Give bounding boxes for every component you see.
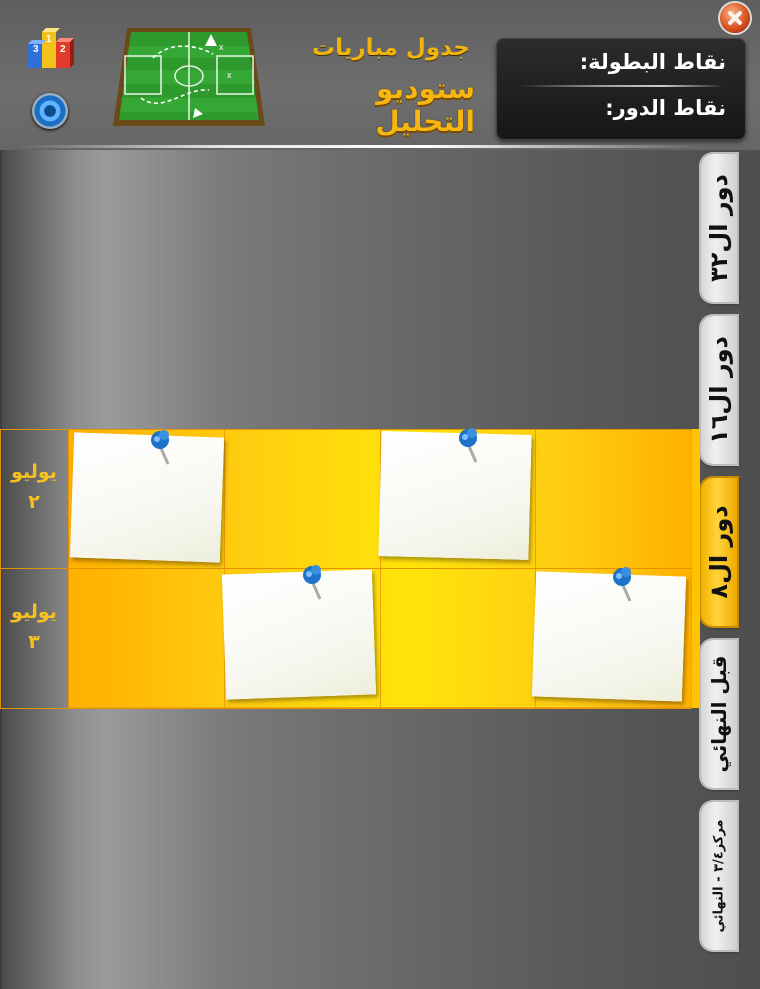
pushpin-icon	[151, 430, 170, 465]
pushpin-icon	[459, 428, 478, 463]
close-icon[interactable]	[720, 3, 750, 33]
speaker-icon[interactable]	[32, 93, 68, 129]
date-day: ٣	[28, 631, 40, 653]
round-points-label: نقاط الدور:	[605, 96, 726, 120]
svg-text:3: 3	[33, 44, 39, 55]
tab-label: قبل النهائي	[707, 655, 731, 773]
app-title: ستوديو التحليل	[375, 72, 475, 138]
podium-icon[interactable]: 3 1 2	[24, 20, 76, 72]
match-note[interactable]	[69, 432, 225, 563]
header-divider	[20, 145, 700, 148]
date-cell: يوليو ٢	[0, 429, 68, 568]
match-note[interactable]	[378, 431, 532, 560]
grid-divider	[0, 429, 692, 430]
tab-round-of-16[interactable]: دور ال١٦	[701, 316, 737, 464]
tab-label: دور ال٨	[705, 505, 733, 599]
date-day: ٢	[28, 491, 40, 513]
points-panel: نقاط البطولة: نقاط الدور:	[496, 38, 746, 140]
championship-points-label: نقاط البطولة:	[579, 50, 726, 74]
tab-quarter-finals[interactable]: دور ال٨	[701, 478, 737, 626]
svg-text:2: 2	[60, 44, 66, 55]
pushpin-icon	[303, 565, 322, 600]
tab-label: دور ال٣٢	[705, 174, 733, 282]
date-month: يوليو	[11, 461, 57, 483]
tab-label: دور ال١٦	[705, 336, 733, 444]
app-subtitle: جدول مباريات	[311, 35, 470, 61]
match-note[interactable]	[221, 569, 377, 700]
tab-semi-finals[interactable]: قبل النهائي	[701, 640, 737, 788]
pushpin-icon	[613, 567, 632, 602]
tab-label: مركز٣/٤ - النهائي	[711, 819, 727, 933]
svg-text:1: 1	[46, 34, 52, 45]
football-field-logo: x x	[113, 28, 265, 126]
grid-divider	[0, 568, 692, 569]
tab-round-of-32[interactable]: دور ال٣٢	[701, 154, 737, 302]
match-note[interactable]	[531, 571, 687, 702]
grid-divider	[68, 429, 69, 708]
points-divider	[518, 85, 724, 87]
svg-text:x: x	[219, 42, 224, 52]
tab-final[interactable]: مركز٣/٤ - النهائي	[701, 802, 737, 950]
grid-divider	[0, 708, 692, 709]
grid-edge	[692, 429, 700, 708]
date-month: يوليو	[11, 601, 57, 623]
svg-text:x: x	[227, 70, 232, 80]
date-cell: يوليو ٣	[0, 569, 68, 708]
